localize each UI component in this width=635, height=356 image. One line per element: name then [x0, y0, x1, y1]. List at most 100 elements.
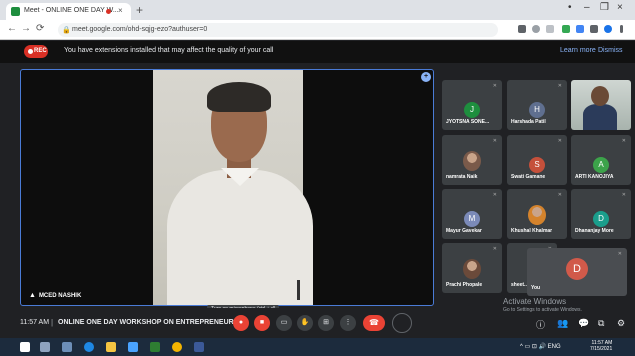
participant-avatar: A: [593, 157, 609, 173]
info-icon[interactable]: ⓘ: [536, 318, 545, 331]
activate-windows-hint: Go to Settings to activate Windows.: [503, 307, 582, 313]
participant-name: You: [531, 285, 541, 291]
participant-tile[interactable]: D You ✕: [527, 248, 627, 296]
pin-icon[interactable]: +: [421, 72, 431, 82]
meeting-clock: 11:57 AM: [20, 319, 50, 326]
participant-tile[interactable]: [571, 80, 631, 130]
file-explorer-icon[interactable]: [106, 342, 116, 352]
start-icon[interactable]: [20, 342, 30, 352]
speaker-camera-feed: [153, 70, 313, 305]
minimize-button[interactable]: –: [584, 2, 590, 13]
host-controls-icon[interactable]: ⚙: [617, 318, 625, 329]
lock-icon: 🔒: [62, 27, 71, 34]
participant-tile[interactable]: H Harshada Patil ✕: [507, 80, 567, 130]
speaker-shirt: [167, 170, 313, 305]
search-icon[interactable]: [532, 25, 540, 33]
participant-tile[interactable]: A ARTI KANOJIYA ✕: [571, 135, 631, 185]
camera-indicator-icon[interactable]: [518, 25, 526, 33]
participant-video-body: [583, 104, 617, 130]
star-icon[interactable]: [546, 25, 554, 33]
participant-photo: [463, 259, 481, 279]
mic-off-icon[interactable]: ●: [233, 315, 249, 331]
participant-avatar: D: [566, 258, 588, 280]
search-taskbar-icon[interactable]: [40, 342, 50, 352]
participant-name: Prachi Phopale: [446, 282, 483, 288]
browser-tab-meet[interactable]: Meet - ONLINE ONE DAY W... ×: [6, 3, 131, 20]
participant-name: sheet...: [511, 282, 529, 288]
extension-icon[interactable]: [576, 25, 584, 33]
activities-icon[interactable]: ⧉: [598, 318, 604, 329]
participant-tile[interactable]: S Swati Gamane ✕: [507, 135, 567, 185]
extension-check-icon[interactable]: [562, 25, 570, 33]
extension-warning-bar: REC You have extensions installed that m…: [0, 41, 635, 63]
participant-tile[interactable]: namrata Naik ✕: [442, 135, 502, 185]
participant-avatar: H: [529, 102, 545, 118]
present-screen-icon[interactable]: ⊞: [318, 315, 334, 331]
participant-name: Harshada Patil: [511, 119, 546, 125]
system-tray[interactable]: ^ ▭ ⊡ 🔊 ENG: [520, 343, 561, 350]
participant-tile[interactable]: D Dhananjay More ✕: [571, 189, 631, 239]
chrome-icon[interactable]: [172, 342, 182, 352]
store-icon[interactable]: [128, 342, 138, 352]
captions-icon[interactable]: ▭: [276, 315, 292, 331]
profile-avatar[interactable]: [604, 25, 612, 33]
meeting-title[interactable]: ONLINE ONE DAY WORKSHOP ON ENTREPRENEUR.…: [58, 319, 240, 326]
dismiss-button[interactable]: Dismiss: [598, 47, 623, 54]
end-call-button[interactable]: ☎: [363, 315, 385, 331]
speaker-hair: [207, 82, 271, 112]
maximize-button[interactable]: ❐: [600, 2, 609, 13]
chat-icon[interactable]: 💬: [578, 318, 589, 329]
learn-more-link[interactable]: Learn more: [560, 47, 596, 54]
participant-name: Swati Gamane: [511, 174, 546, 180]
tab-close-icon[interactable]: ×: [118, 6, 123, 15]
raise-hand-icon[interactable]: ✋: [297, 315, 313, 331]
participant-tile[interactable]: Khushal Khalmar ✕: [507, 189, 567, 239]
task-view-icon[interactable]: [62, 342, 72, 352]
activate-windows-title: Activate Windows: [503, 297, 567, 306]
extra-control-icon[interactable]: [392, 313, 412, 333]
close-window-button[interactable]: ×: [617, 2, 623, 13]
participant-name: Mayur Gavekar: [446, 228, 482, 234]
participant-tile[interactable]: Prachi Phopale ✕: [442, 243, 502, 293]
participant-photo: [528, 205, 546, 225]
more-options-icon[interactable]: ⋮: [340, 315, 356, 331]
back-arrow-icon[interactable]: ←: [7, 23, 17, 34]
tile-mic-off-icon: ✕: [492, 192, 497, 198]
participant-name: namrata Naik: [446, 174, 478, 180]
participant-avatar: M: [464, 211, 480, 227]
tile-mic-off-icon: ✕: [621, 138, 626, 144]
participant-name: Khushal Khalmar: [511, 228, 553, 234]
menu-kebab-icon[interactable]: [620, 25, 623, 33]
app-blue-icon[interactable]: [194, 342, 204, 352]
language-label: ENG: [547, 344, 561, 350]
app-green-icon[interactable]: [150, 342, 160, 352]
puzzle-icon[interactable]: [590, 25, 598, 33]
participant-video-feed: [591, 86, 609, 106]
tile-mic-off-icon: ✕: [492, 246, 497, 252]
speaker-name: MCED NASHIK: [38, 293, 82, 299]
tile-mic-off-icon: ✕: [557, 192, 562, 198]
profile-dot-icon[interactable]: •: [568, 2, 572, 13]
new-tab-button[interactable]: +: [136, 3, 143, 17]
participant-photo: [463, 151, 481, 171]
participant-name: Dhananjay More: [575, 228, 614, 234]
tile-mic-off-icon: ✕: [621, 192, 626, 198]
recording-dot-icon: [106, 9, 111, 14]
taskbar-clock[interactable]: 11:57 AM 7/15/2021: [590, 340, 612, 352]
participant-avatar: D: [593, 211, 609, 227]
participant-tile[interactable]: M Mayur Gavekar ✕: [442, 189, 502, 239]
main-speaker-video[interactable]: ▲ MCED NASHIK +: [20, 69, 434, 306]
forward-arrow-icon[interactable]: →: [21, 23, 31, 34]
people-icon[interactable]: 👥: [557, 318, 568, 329]
participant-avatar: S: [529, 157, 545, 173]
participant-tile[interactable]: J JYOTSNA SONE... ✕: [442, 80, 502, 130]
edge-icon[interactable]: [84, 342, 94, 352]
tile-mic-off-icon: ✕: [557, 83, 562, 89]
url-input[interactable]: 🔒 meet.google.com/ohd-sqjg-ezo?authuser=…: [58, 23, 498, 37]
reload-icon[interactable]: ⟳: [36, 23, 44, 34]
meet-favicon-icon: [11, 7, 20, 16]
tile-mic-off-icon: ✕: [492, 138, 497, 144]
participant-avatar: J: [464, 102, 480, 118]
url-text: meet.google.com/ohd-sqjg-ezo?authuser=0: [72, 26, 208, 33]
camera-off-icon[interactable]: ■: [254, 315, 270, 331]
